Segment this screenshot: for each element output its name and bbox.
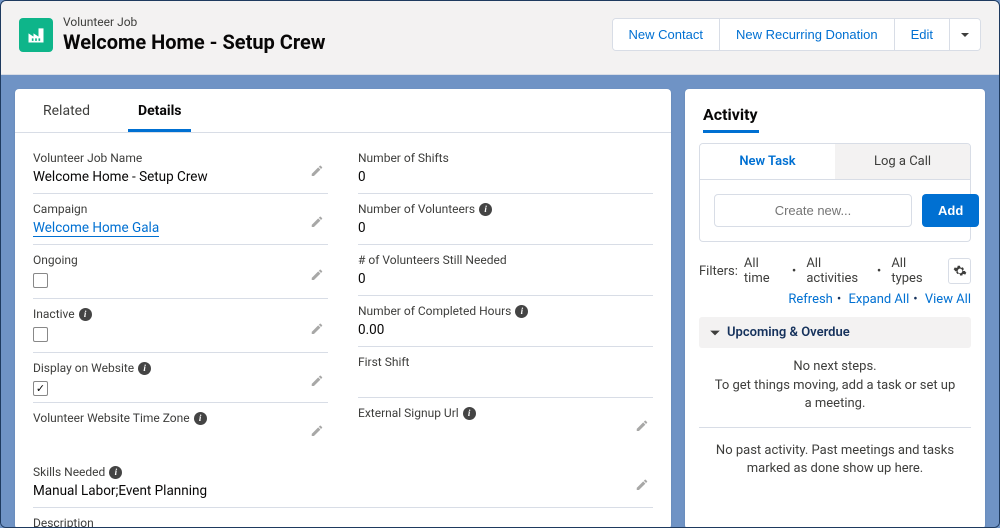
field-value <box>358 373 623 391</box>
title-underline <box>703 130 759 133</box>
pencil-icon[interactable] <box>310 424 324 438</box>
gear-icon <box>953 264 967 278</box>
checkbox-inactive[interactable] <box>33 327 48 342</box>
add-button[interactable]: Add <box>922 194 979 227</box>
field-value: Welcome Home - Setup Crew <box>33 169 298 187</box>
pencil-icon[interactable] <box>310 164 324 178</box>
filters-row: Filters: All time• All activities• All t… <box>685 256 985 292</box>
filter-activities: All activities <box>806 256 867 286</box>
info-icon[interactable]: i <box>463 407 476 420</box>
tab-related[interactable]: Related <box>33 89 100 132</box>
pencil-icon[interactable] <box>310 322 324 336</box>
checkbox-display-on-website[interactable]: ✓ <box>33 381 48 396</box>
field-inactive: Inactivei <box>33 299 328 353</box>
info-icon[interactable]: i <box>515 305 528 318</box>
field-label: Skills Neededi <box>33 465 623 479</box>
new-contact-button[interactable]: New Contact <box>613 19 719 50</box>
campaign-link[interactable]: Welcome Home Gala <box>33 220 159 237</box>
field-completed-hours: Number of Completed Hoursi 0.00 <box>358 296 653 347</box>
field-description: Description Come join the NMH staff to h… <box>33 508 653 528</box>
activity-subtabs: New Task Log a Call <box>699 143 971 180</box>
field-label: Display on Websitei <box>33 361 298 375</box>
page-title: Welcome Home - Setup Crew <box>63 30 612 54</box>
activity-title: Activity <box>685 89 985 130</box>
pencil-icon[interactable] <box>635 419 649 433</box>
field-value: 0 <box>358 169 623 187</box>
subtab-new-task[interactable]: New Task <box>700 144 835 179</box>
info-icon[interactable]: i <box>479 203 492 216</box>
view-all-link[interactable]: View All <box>925 292 971 307</box>
field-label: Volunteer Job Name <box>33 151 298 165</box>
more-actions-button[interactable] <box>949 19 980 50</box>
field-volunteers-still-needed: # of Volunteers Still Needed 0 <box>358 245 653 296</box>
filter-time: All time <box>744 256 782 286</box>
create-new-input[interactable] <box>714 194 912 227</box>
upcoming-overdue-section[interactable]: Upcoming & Overdue <box>699 317 971 348</box>
refresh-link[interactable]: Refresh <box>788 292 832 307</box>
factory-icon <box>19 18 53 52</box>
field-label: # of Volunteers Still Needed <box>358 253 623 267</box>
field-value: 0.00 <box>358 322 623 340</box>
no-past-activity: No past activity. Past meetings and task… <box>699 428 971 492</box>
field-label: Number of Shifts <box>358 151 623 165</box>
no-next-steps-sub: To get things moving, add a task or set … <box>713 377 957 413</box>
section-title: Upcoming & Overdue <box>727 325 850 340</box>
filters-prefix: Filters: <box>699 264 738 279</box>
field-ongoing: Ongoing <box>33 245 328 299</box>
field-external-signup-url: External Signup Urli <box>358 398 653 448</box>
field-first-shift: First Shift <box>358 347 653 398</box>
record-header: Volunteer Job Welcome Home - Setup Crew … <box>1 1 999 75</box>
field-label: Ongoing <box>33 253 298 267</box>
field-skills-needed: Skills Neededi Manual Labor;Event Planni… <box>33 457 653 508</box>
pencil-icon[interactable] <box>310 268 324 282</box>
field-value <box>33 429 298 447</box>
subtab-log-a-call[interactable]: Log a Call <box>835 144 970 179</box>
info-icon[interactable]: i <box>109 466 122 479</box>
object-label: Volunteer Job <box>63 15 612 29</box>
field-label: First Shift <box>358 355 623 369</box>
field-value: 0 <box>358 220 623 238</box>
pencil-icon[interactable] <box>635 478 649 492</box>
field-label: Description <box>33 516 623 528</box>
field-volunteer-job-name: Volunteer Job Name Welcome Home - Setup … <box>33 143 328 194</box>
tab-details[interactable]: Details <box>128 89 192 132</box>
header-actions: New Contact New Recurring Donation Edit <box>612 18 981 51</box>
checkbox-ongoing[interactable] <box>33 273 48 288</box>
new-recurring-donation-button[interactable]: New Recurring Donation <box>719 19 894 50</box>
field-label: Campaign <box>33 202 298 216</box>
details-panel: Related Details Volunteer Job Name Welco… <box>15 89 671 528</box>
field-label: Number of Volunteersi <box>358 202 623 216</box>
pencil-icon[interactable] <box>310 374 324 388</box>
info-icon[interactable]: i <box>138 362 151 375</box>
field-value: Manual Labor;Event Planning <box>33 483 623 501</box>
chevron-down-icon <box>960 30 970 40</box>
record-tabs: Related Details <box>15 89 671 133</box>
field-label: Inactivei <box>33 307 298 321</box>
pencil-icon[interactable] <box>310 215 324 229</box>
field-label: Volunteer Website Time Zonei <box>33 411 298 425</box>
no-next-steps: No next steps. <box>713 358 957 376</box>
field-volunteer-website-time-zone: Volunteer Website Time Zonei <box>33 403 328 453</box>
filter-types: All types <box>891 256 934 286</box>
field-label: External Signup Urli <box>358 406 623 420</box>
info-icon[interactable]: i <box>79 308 92 321</box>
field-value: 0 <box>358 271 623 289</box>
info-icon[interactable]: i <box>194 412 207 425</box>
filter-settings-button[interactable] <box>948 258 971 284</box>
edit-button[interactable]: Edit <box>894 19 949 50</box>
field-display-on-website: Display on Websitei ✓ <box>33 353 328 403</box>
field-campaign: Campaign Welcome Home Gala <box>33 194 328 245</box>
chevron-down-icon <box>709 327 721 339</box>
activity-links: Refresh• Expand All• View All <box>685 292 985 317</box>
field-number-of-shifts: Number of Shifts 0 <box>358 143 653 194</box>
field-number-of-volunteers: Number of Volunteersi 0 <box>358 194 653 245</box>
activity-panel: Activity New Task Log a Call Add Filters… <box>685 89 985 528</box>
field-label: Number of Completed Hoursi <box>358 304 623 318</box>
field-value <box>358 424 623 442</box>
expand-all-link[interactable]: Expand All <box>848 292 909 307</box>
